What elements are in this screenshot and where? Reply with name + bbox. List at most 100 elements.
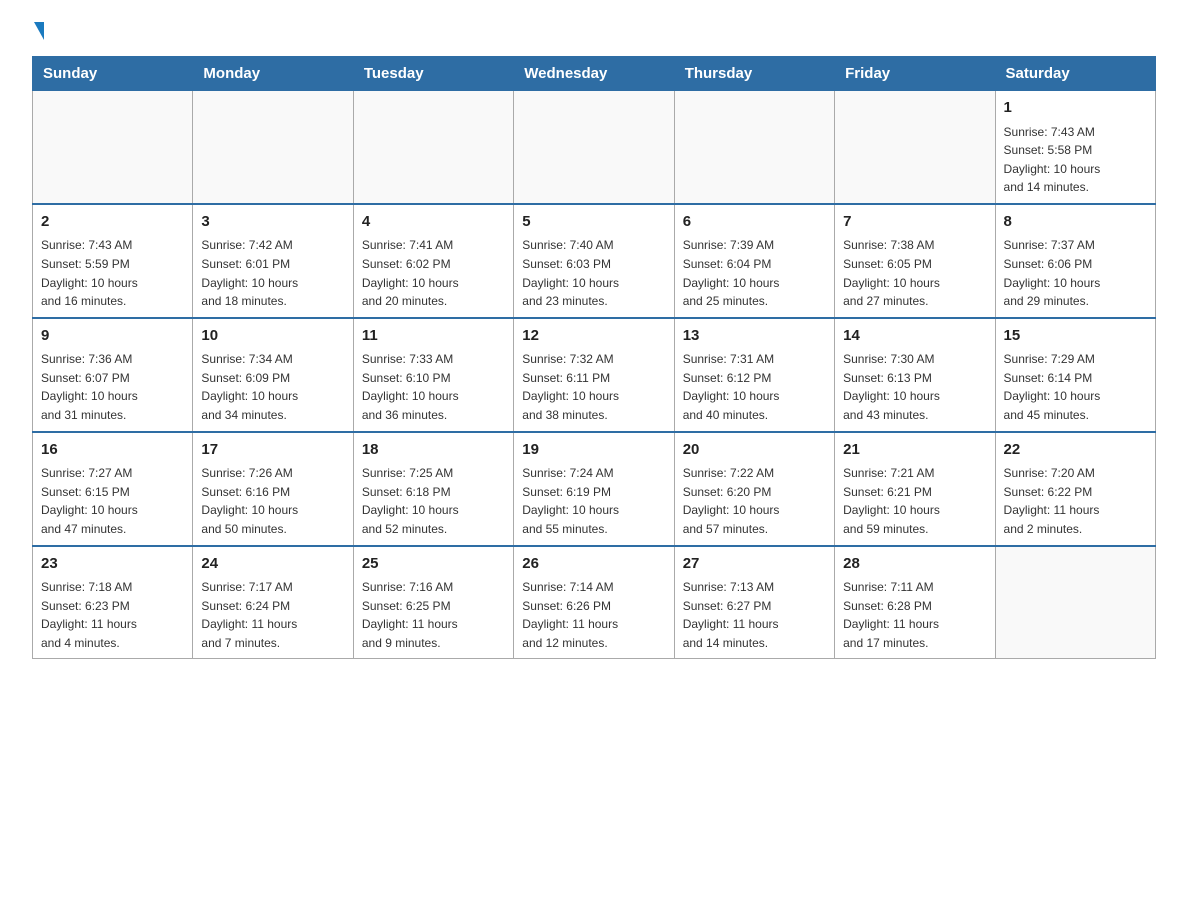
calendar-cell: 1 Sunrise: 7:43 AM Sunset: 5:58 PM Daylig… <box>995 91 1155 204</box>
calendar-cell: 26Sunrise: 7:14 AM Sunset: 6:26 PM Dayli… <box>514 546 674 659</box>
day-info: Sunrise: 7:22 AM Sunset: 6:20 PM Dayligh… <box>683 464 826 538</box>
day-number: 16 <box>41 439 184 462</box>
logo <box>32 24 44 40</box>
calendar-cell: 15Sunrise: 7:29 AM Sunset: 6:14 PM Dayli… <box>995 318 1155 432</box>
weekday-header-thursday: Thursday <box>674 57 834 91</box>
calendar-cell: 5Sunrise: 7:40 AM Sunset: 6:03 PM Daylig… <box>514 204 674 318</box>
day-info: Sunrise: 7:14 AM Sunset: 6:26 PM Dayligh… <box>522 578 665 652</box>
day-number: 4 <box>362 211 505 234</box>
page-header <box>32 24 1156 40</box>
day-number: 20 <box>683 439 826 462</box>
day-info: Sunrise: 7:18 AM Sunset: 6:23 PM Dayligh… <box>41 578 184 652</box>
weekday-header-monday: Monday <box>193 57 353 91</box>
logo-arrow-icon <box>34 22 44 40</box>
calendar-cell <box>995 546 1155 659</box>
calendar-cell: 9Sunrise: 7:36 AM Sunset: 6:07 PM Daylig… <box>33 318 193 432</box>
day-info: Sunrise: 7:43 AM Sunset: 5:58 PM Dayligh… <box>1004 123 1147 197</box>
calendar-cell <box>193 91 353 204</box>
day-info: Sunrise: 7:32 AM Sunset: 6:11 PM Dayligh… <box>522 350 665 424</box>
day-number: 22 <box>1004 439 1147 462</box>
day-info: Sunrise: 7:26 AM Sunset: 6:16 PM Dayligh… <box>201 464 344 538</box>
calendar-cell: 12Sunrise: 7:32 AM Sunset: 6:11 PM Dayli… <box>514 318 674 432</box>
calendar-cell: 20Sunrise: 7:22 AM Sunset: 6:20 PM Dayli… <box>674 432 834 546</box>
day-number: 11 <box>362 325 505 348</box>
calendar-cell: 16Sunrise: 7:27 AM Sunset: 6:15 PM Dayli… <box>33 432 193 546</box>
calendar-table: SundayMondayTuesdayWednesdayThursdayFrid… <box>32 56 1156 659</box>
day-number: 27 <box>683 553 826 576</box>
day-info: Sunrise: 7:40 AM Sunset: 6:03 PM Dayligh… <box>522 236 665 310</box>
calendar-cell: 14Sunrise: 7:30 AM Sunset: 6:13 PM Dayli… <box>835 318 995 432</box>
day-info: Sunrise: 7:30 AM Sunset: 6:13 PM Dayligh… <box>843 350 986 424</box>
day-info: Sunrise: 7:27 AM Sunset: 6:15 PM Dayligh… <box>41 464 184 538</box>
calendar-cell: 25Sunrise: 7:16 AM Sunset: 6:25 PM Dayli… <box>353 546 513 659</box>
weekday-header-wednesday: Wednesday <box>514 57 674 91</box>
day-info: Sunrise: 7:20 AM Sunset: 6:22 PM Dayligh… <box>1004 464 1147 538</box>
day-info: Sunrise: 7:21 AM Sunset: 6:21 PM Dayligh… <box>843 464 986 538</box>
day-number: 23 <box>41 553 184 576</box>
calendar-week-row: 1 Sunrise: 7:43 AM Sunset: 5:58 PM Daylig… <box>33 91 1156 204</box>
calendar-cell <box>674 91 834 204</box>
weekday-header-tuesday: Tuesday <box>353 57 513 91</box>
day-number: 24 <box>201 553 344 576</box>
calendar-cell: 3Sunrise: 7:42 AM Sunset: 6:01 PM Daylig… <box>193 204 353 318</box>
day-number: 15 <box>1004 325 1147 348</box>
calendar-header-row: SundayMondayTuesdayWednesdayThursdayFrid… <box>33 57 1156 91</box>
day-info: Sunrise: 7:31 AM Sunset: 6:12 PM Dayligh… <box>683 350 826 424</box>
day-number: 7 <box>843 211 986 234</box>
day-number: 6 <box>683 211 826 234</box>
calendar-cell: 23Sunrise: 7:18 AM Sunset: 6:23 PM Dayli… <box>33 546 193 659</box>
day-info: Sunrise: 7:39 AM Sunset: 6:04 PM Dayligh… <box>683 236 826 310</box>
day-info: Sunrise: 7:11 AM Sunset: 6:28 PM Dayligh… <box>843 578 986 652</box>
calendar-cell: 6Sunrise: 7:39 AM Sunset: 6:04 PM Daylig… <box>674 204 834 318</box>
day-number: 21 <box>843 439 986 462</box>
day-number: 25 <box>362 553 505 576</box>
day-info: Sunrise: 7:13 AM Sunset: 6:27 PM Dayligh… <box>683 578 826 652</box>
day-number: 28 <box>843 553 986 576</box>
calendar-cell <box>33 91 193 204</box>
day-info: Sunrise: 7:29 AM Sunset: 6:14 PM Dayligh… <box>1004 350 1147 424</box>
day-number: 9 <box>41 325 184 348</box>
day-number: 12 <box>522 325 665 348</box>
calendar-cell: 24Sunrise: 7:17 AM Sunset: 6:24 PM Dayli… <box>193 546 353 659</box>
day-info: Sunrise: 7:36 AM Sunset: 6:07 PM Dayligh… <box>41 350 184 424</box>
calendar-week-row: 9Sunrise: 7:36 AM Sunset: 6:07 PM Daylig… <box>33 318 1156 432</box>
day-number: 19 <box>522 439 665 462</box>
day-info: Sunrise: 7:34 AM Sunset: 6:09 PM Dayligh… <box>201 350 344 424</box>
day-info: Sunrise: 7:25 AM Sunset: 6:18 PM Dayligh… <box>362 464 505 538</box>
calendar-cell: 8Sunrise: 7:37 AM Sunset: 6:06 PM Daylig… <box>995 204 1155 318</box>
day-number: 1 <box>1004 97 1147 120</box>
day-info: Sunrise: 7:37 AM Sunset: 6:06 PM Dayligh… <box>1004 236 1147 310</box>
calendar-cell: 18Sunrise: 7:25 AM Sunset: 6:18 PM Dayli… <box>353 432 513 546</box>
calendar-cell: 2Sunrise: 7:43 AM Sunset: 5:59 PM Daylig… <box>33 204 193 318</box>
day-number: 17 <box>201 439 344 462</box>
day-info: Sunrise: 7:24 AM Sunset: 6:19 PM Dayligh… <box>522 464 665 538</box>
weekday-header-saturday: Saturday <box>995 57 1155 91</box>
calendar-cell: 21Sunrise: 7:21 AM Sunset: 6:21 PM Dayli… <box>835 432 995 546</box>
day-info: Sunrise: 7:33 AM Sunset: 6:10 PM Dayligh… <box>362 350 505 424</box>
calendar-cell: 28Sunrise: 7:11 AM Sunset: 6:28 PM Dayli… <box>835 546 995 659</box>
calendar-week-row: 23Sunrise: 7:18 AM Sunset: 6:23 PM Dayli… <box>33 546 1156 659</box>
calendar-cell <box>353 91 513 204</box>
day-number: 3 <box>201 211 344 234</box>
calendar-week-row: 2Sunrise: 7:43 AM Sunset: 5:59 PM Daylig… <box>33 204 1156 318</box>
day-number: 5 <box>522 211 665 234</box>
calendar-cell: 22Sunrise: 7:20 AM Sunset: 6:22 PM Dayli… <box>995 432 1155 546</box>
day-number: 18 <box>362 439 505 462</box>
day-number: 10 <box>201 325 344 348</box>
day-number: 8 <box>1004 211 1147 234</box>
day-info: Sunrise: 7:42 AM Sunset: 6:01 PM Dayligh… <box>201 236 344 310</box>
calendar-cell: 27Sunrise: 7:13 AM Sunset: 6:27 PM Dayli… <box>674 546 834 659</box>
day-info: Sunrise: 7:41 AM Sunset: 6:02 PM Dayligh… <box>362 236 505 310</box>
calendar-cell: 7Sunrise: 7:38 AM Sunset: 6:05 PM Daylig… <box>835 204 995 318</box>
calendar-week-row: 16Sunrise: 7:27 AM Sunset: 6:15 PM Dayli… <box>33 432 1156 546</box>
day-number: 26 <box>522 553 665 576</box>
calendar-cell: 13Sunrise: 7:31 AM Sunset: 6:12 PM Dayli… <box>674 318 834 432</box>
day-info: Sunrise: 7:17 AM Sunset: 6:24 PM Dayligh… <box>201 578 344 652</box>
calendar-cell: 17Sunrise: 7:26 AM Sunset: 6:16 PM Dayli… <box>193 432 353 546</box>
day-info: Sunrise: 7:38 AM Sunset: 6:05 PM Dayligh… <box>843 236 986 310</box>
day-info: Sunrise: 7:16 AM Sunset: 6:25 PM Dayligh… <box>362 578 505 652</box>
calendar-cell: 4Sunrise: 7:41 AM Sunset: 6:02 PM Daylig… <box>353 204 513 318</box>
calendar-cell: 19Sunrise: 7:24 AM Sunset: 6:19 PM Dayli… <box>514 432 674 546</box>
calendar-cell: 10Sunrise: 7:34 AM Sunset: 6:09 PM Dayli… <box>193 318 353 432</box>
day-info: Sunrise: 7:43 AM Sunset: 5:59 PM Dayligh… <box>41 236 184 310</box>
